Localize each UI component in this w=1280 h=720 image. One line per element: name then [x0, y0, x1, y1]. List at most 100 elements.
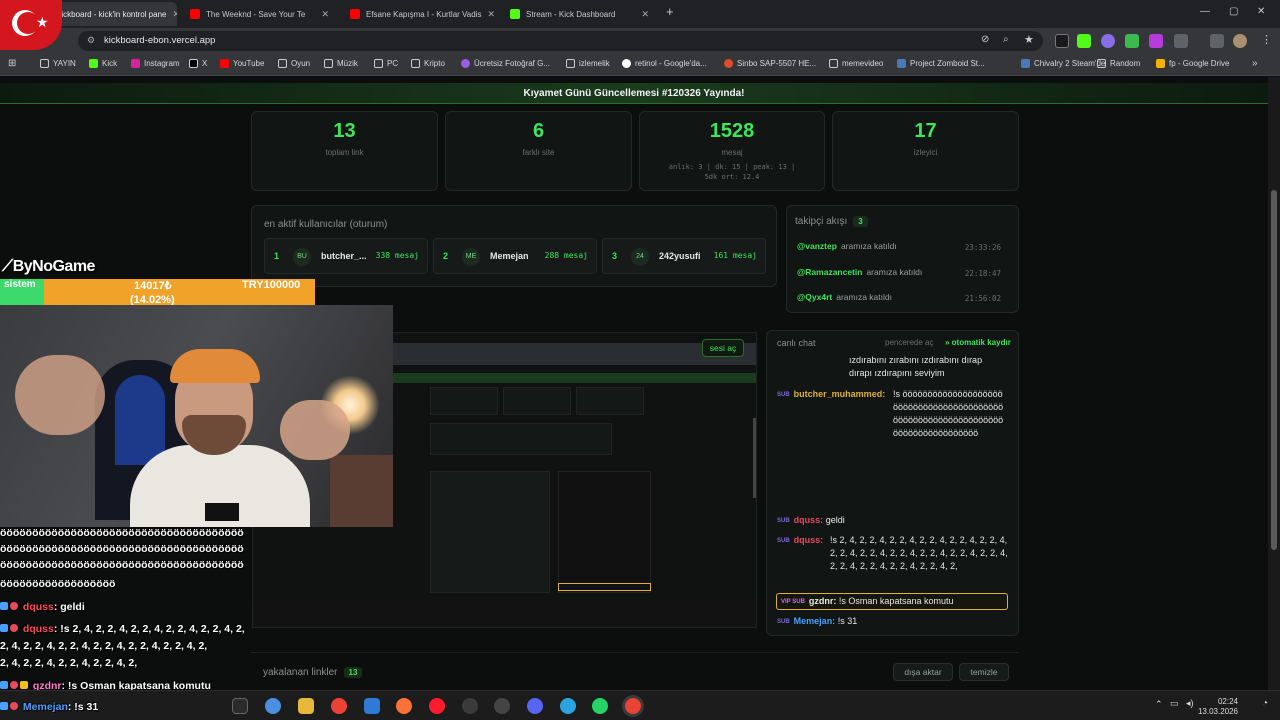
- opera-icon[interactable]: [429, 698, 445, 714]
- shield-icon[interactable]: [1125, 34, 1139, 48]
- firefox-icon[interactable]: [396, 698, 412, 714]
- system-clock[interactable]: 02:24 13.03.2026: [1198, 697, 1238, 717]
- minimize-icon[interactable]: —: [1200, 6, 1210, 17]
- chat-user[interactable]: gzdnr:: [809, 596, 837, 606]
- media-icon[interactable]: [1210, 34, 1224, 48]
- autoscroll-toggle[interactable]: » otomatik kaydır: [945, 338, 1011, 347]
- bookmark-item[interactable]: memevideo: [829, 59, 883, 68]
- overlay-chat-text: öööööööööööööööööööööööööööööööööööööö: [0, 559, 244, 571]
- bookmark-item[interactable]: Müzik: [324, 59, 358, 68]
- streamer-hand: [15, 355, 105, 435]
- kebab-menu-icon[interactable]: ⋮: [1261, 33, 1272, 46]
- chat-user[interactable]: Memejan:: [794, 616, 836, 626]
- user-chip[interactable]: 3 24 242yusufi 161 mesaj: [602, 238, 766, 274]
- mail-icon[interactable]: [364, 698, 380, 714]
- site-info-icon[interactable]: ⚙: [87, 35, 95, 46]
- follower-text: aramıza katıldı: [836, 292, 892, 302]
- follower-handle[interactable]: @Ramazancetin: [797, 267, 862, 277]
- bookmark-item[interactable]: Project Zomboid St...: [897, 59, 985, 68]
- chat-user[interactable]: butcher_muhammed:: [794, 389, 886, 399]
- user-chip[interactable]: 2 ME Memejan 288 mesaj: [433, 238, 597, 274]
- close-icon[interactable]: ✕: [487, 9, 495, 20]
- network-icon[interactable]: ▭: [1170, 698, 1179, 709]
- bookmark-item[interactable]: izlemelik: [566, 59, 610, 68]
- popout-link[interactable]: pencerede aç: [885, 338, 933, 347]
- goal-target: TRY100000: [242, 279, 301, 291]
- copilot-icon[interactable]: [265, 698, 281, 714]
- bookmark-item[interactable]: retinol - Google'da...: [622, 59, 707, 68]
- bookmark-item[interactable]: Random: [1097, 59, 1140, 68]
- tab-youtube-kurtlar[interactable]: Efsane Kapışma I - Kurtlar Vadis ✕: [342, 2, 497, 26]
- task-view-icon[interactable]: [232, 698, 248, 714]
- bookmark-item[interactable]: fp - Google Drive: [1156, 59, 1229, 68]
- close-icon[interactable]: ✕: [321, 9, 329, 20]
- user-chip[interactable]: 1 BU butcher_... 338 mesaj: [264, 238, 428, 274]
- chrome-icon[interactable]: [331, 698, 347, 714]
- bookmark-item[interactable]: Chivalry 2 Steam'de: [1021, 59, 1105, 68]
- chat-user[interactable]: dquss:: [794, 515, 824, 525]
- chrome-active-icon[interactable]: [625, 698, 641, 714]
- file-explorer-icon[interactable]: [298, 698, 314, 714]
- apps-grid-icon[interactable]: ⊞: [8, 58, 16, 69]
- extension-icon[interactable]: [1055, 34, 1069, 48]
- scrollbar-thumb[interactable]: [1271, 190, 1277, 550]
- bookmark-item[interactable]: Kick: [89, 59, 117, 68]
- stat-label: toplam link: [325, 148, 364, 157]
- zoom-icon[interactable]: ⌕: [1003, 34, 1009, 45]
- new-tab-icon[interactable]: +: [666, 4, 674, 19]
- bookmark-item[interactable]: Ücretsiz Fotoğraf G...: [461, 59, 550, 68]
- preview-taskbar: [253, 601, 756, 627]
- kick-extension-icon[interactable]: [1077, 34, 1091, 48]
- overlay-chat-line: öööööööööööööööööö: [0, 578, 115, 590]
- maximize-icon[interactable]: ▢: [1229, 6, 1238, 17]
- window-close-icon[interactable]: ✕: [1257, 6, 1265, 17]
- sub-badge: SUB: [777, 392, 790, 398]
- extension-icon[interactable]: [1149, 34, 1163, 48]
- chat-user[interactable]: dquss:: [794, 535, 824, 545]
- bookmark-item[interactable]: YouTube: [220, 59, 264, 68]
- bookmark-item[interactable]: YAYIN: [40, 59, 76, 68]
- mic-icon[interactable]: [462, 698, 478, 714]
- obs-icon[interactable]: [494, 698, 510, 714]
- omnibox[interactable]: ⚙ kickboard-ebon.vercel.app ⊘ ⌕ ★: [78, 31, 1043, 51]
- bookmark-item[interactable]: Kripto: [411, 59, 445, 68]
- tab-youtube-weeknd[interactable]: The Weeknd - Save Your Te ✕: [182, 2, 337, 26]
- notification-icon[interactable]: ◔: [1262, 698, 1268, 709]
- tab-kick-dashboard[interactable]: Stream - Kick Dashboard ✕: [502, 2, 657, 26]
- discord-icon[interactable]: [527, 698, 543, 714]
- extension-icon[interactable]: [1101, 34, 1115, 48]
- followers-title: takipçi akışı: [795, 216, 848, 227]
- chat-text: !s 31: [837, 616, 858, 626]
- bookmark-item[interactable]: PC: [374, 59, 398, 68]
- bookmark-item[interactable]: Oyun: [278, 59, 310, 68]
- bookmark-label: memevideo: [842, 59, 884, 68]
- youtube-icon: [190, 9, 200, 19]
- bookmark-item[interactable]: Sinbo SAP-5507 HE...: [724, 59, 816, 68]
- follower-handle[interactable]: @vanztep: [797, 241, 837, 251]
- close-icon[interactable]: ✕: [172, 9, 177, 20]
- whatsapp-icon[interactable]: [592, 698, 608, 714]
- bookmark-star-icon[interactable]: ★: [1024, 33, 1034, 46]
- stat-viewers: 17 izleyici: [832, 111, 1019, 191]
- avatar[interactable]: [1233, 34, 1247, 48]
- bookmark-label: Instagram: [144, 59, 180, 68]
- eye-off-icon[interactable]: ⊘: [981, 34, 989, 45]
- volume-icon[interactable]: ◂): [1186, 698, 1194, 709]
- links-title: yakalanan linkler: [263, 667, 338, 678]
- highlighted-message: VIP SUB gzdnr: !s Osman kapatsana komutu: [776, 593, 1008, 610]
- more-bookmarks-icon[interactable]: »: [1252, 58, 1258, 69]
- sound-on-button[interactable]: sesi aç: [702, 339, 744, 357]
- bookmark-item[interactable]: Instagram: [131, 59, 180, 68]
- overlay-chat-text: : !s 31: [67, 701, 99, 713]
- puzzle-icon[interactable]: [1174, 34, 1188, 48]
- close-icon[interactable]: ✕: [641, 9, 649, 20]
- page-scrollbar[interactable]: [1268, 77, 1280, 690]
- bookmark-item[interactable]: X: [189, 59, 207, 68]
- tray-chevron-icon[interactable]: ⌃: [1155, 699, 1163, 710]
- vip-badge-icon: [20, 681, 28, 689]
- follower-handle[interactable]: @Qyx4rt: [797, 292, 832, 302]
- clear-button[interactable]: temizle: [959, 663, 1009, 681]
- telegram-icon[interactable]: [560, 698, 576, 714]
- bookmark-label: PC: [387, 59, 399, 68]
- export-button[interactable]: dışa aktar: [893, 663, 953, 681]
